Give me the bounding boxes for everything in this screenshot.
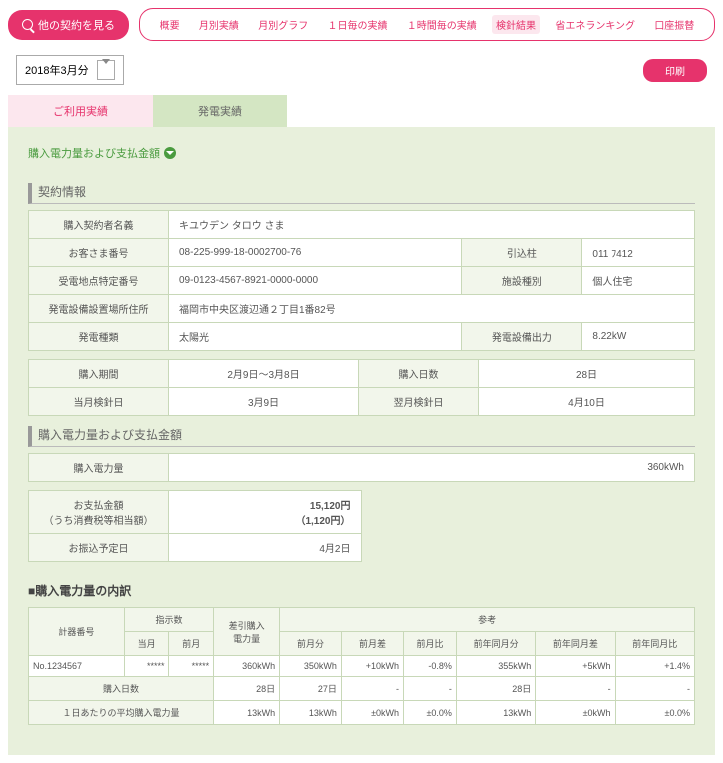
other-contracts-button[interactable]: 他の契約を見る (8, 10, 129, 40)
next-value: 4月10日 (479, 388, 695, 416)
nav-ranking[interactable]: 省エネランキング (551, 15, 639, 34)
nav-tabs: 概要 月別実績 月別グラフ １日毎の実績 １時間毎の実績 検針結果 省エネランキ… (139, 8, 715, 41)
amount-label: 購入電力量 (29, 454, 169, 482)
content-area: 購入電力量および支払金額 契約情報 購入契約者名義 キユウデン タロウ さま お… (8, 127, 715, 755)
pole-value: 011 ﾌ412 (582, 239, 695, 267)
prevm-v: 350kWh (280, 656, 342, 677)
dash4: - (615, 677, 694, 701)
sub-tabs: ご利用実績 発電実績 (8, 95, 715, 127)
tab-generation[interactable]: 発電実績 (153, 95, 287, 127)
bd-avg-lydiff: ±0kWh (536, 701, 615, 725)
cur-v: ***** (124, 656, 169, 677)
days-label: 購入日数 (359, 360, 479, 388)
payment-table: お支払金額 （うち消費税等相当額） 15,120円 （1,120円） お振込予定… (28, 490, 362, 562)
name-label: 購入契約者名義 (29, 211, 169, 239)
bd-days-cur: 28日 (214, 677, 280, 701)
period-table: 購入期間 2月9日～3月8日 購入日数 28日 当月検針日 3月9日 翌月検針日… (28, 359, 695, 416)
tab-usage[interactable]: ご利用実績 (8, 95, 153, 127)
name-value: キユウデン タロウ さま (169, 211, 695, 239)
h-prevratio: 前月比 (404, 632, 457, 656)
point-label: 受電地点特定番号 (29, 267, 169, 295)
amount-value: 360kWh (169, 454, 695, 482)
page-link-title[interactable]: 購入電力量および支払金額 (28, 145, 176, 161)
nav-monthly-graph[interactable]: 月別グラフ (254, 15, 312, 34)
dash3: - (536, 677, 615, 701)
read-value: 3月9日 (169, 388, 359, 416)
factype-label: 施設種別 (462, 267, 582, 295)
link-title-text: 購入電力量および支払金額 (28, 145, 160, 161)
h-lastyearratio: 前年同月比 (615, 632, 694, 656)
prevdiff-v: +10kWh (341, 656, 403, 677)
output-value: 8.22kW (582, 323, 695, 351)
nav-monthly[interactable]: 月別実績 (195, 15, 243, 34)
month-dropdown[interactable]: 2018年3月分 (16, 55, 124, 85)
bd-days-label: 購入日数 (29, 677, 214, 701)
h-lastyeardiff: 前年同月差 (536, 632, 615, 656)
h-diff: 差引購入電力量 (214, 608, 280, 656)
month-value: 2018年3月分 (25, 62, 89, 78)
transfer-label: お振込予定日 (29, 534, 169, 562)
lastyear-v: 355kWh (456, 656, 535, 677)
h-ref: 参考 (280, 608, 695, 632)
period-value: 2月9日～3月8日 (169, 360, 359, 388)
lastyearratio-v: +1.4% (615, 656, 694, 677)
contract-btn-label: 他の契約を見る (38, 17, 115, 33)
meter-no: No.1234567 (29, 656, 125, 677)
gentype-value: 太陽光 (169, 323, 462, 351)
breakdown-table: 計器番号 指示数 差引購入電力量 参考 当月 前月 前月分 前月差 前月比 前年… (28, 607, 695, 725)
addr-label: 発電設備設置場所住所 (29, 295, 169, 323)
chevron-down-icon (97, 60, 115, 80)
bd-avg-prev: 13kWh (280, 701, 342, 725)
h-prev: 前月 (169, 632, 214, 656)
prev-v: ***** (169, 656, 214, 677)
h-prevdiff: 前月差 (341, 632, 403, 656)
breakdown-title: ■購入電力量の内訳 (28, 582, 695, 599)
contract-table: 購入契約者名義 キユウデン タロウ さま お客さま番号 08-225-999-1… (28, 210, 695, 351)
days-value: 28日 (479, 360, 695, 388)
bd-avg-lyratio: ±0.0% (615, 701, 694, 725)
pay-label: お支払金額 （うち消費税等相当額） (29, 491, 169, 534)
h-meter: 計器番号 (29, 608, 125, 656)
search-icon (22, 19, 33, 30)
diff-v: 360kWh (214, 656, 280, 677)
nav-daily[interactable]: １日毎の実績 (323, 15, 391, 34)
output-label: 発電設備出力 (462, 323, 582, 351)
dash1: - (341, 677, 403, 701)
prevratio-v: -0.8% (404, 656, 457, 677)
cust-value: 08-225-999-18-0002700-76 (169, 239, 462, 267)
bd-avg-cur: 13kWh (214, 701, 280, 725)
dash2: - (404, 677, 457, 701)
bd-avg-label: １日あたりの平均購入電力量 (29, 701, 214, 725)
next-label: 翌月検針日 (359, 388, 479, 416)
nav-meter-result[interactable]: 検針結果 (492, 15, 540, 34)
section-contract-title: 契約情報 (28, 183, 695, 204)
h-lastyear: 前年同月分 (456, 632, 535, 656)
bd-avg-ratio: ±0.0% (404, 701, 457, 725)
purchase-amount-table: 購入電力量 360kWh (28, 453, 695, 482)
transfer-value: 4月2日 (169, 534, 362, 562)
addr-value: 福岡市中央区渡辺通２丁目1番82号 (169, 295, 695, 323)
h-reading: 指示数 (124, 608, 213, 632)
factype-value: 個人住宅 (582, 267, 695, 295)
period-label: 購入期間 (29, 360, 169, 388)
nav-account[interactable]: 口座振替 (650, 15, 698, 34)
print-button[interactable]: 印刷 (643, 59, 707, 82)
lastyeardiff-v: +5kWh (536, 656, 615, 677)
pole-label: 引込柱 (462, 239, 582, 267)
bd-avg-diff: ±0kWh (341, 701, 403, 725)
bd-days-prev: 27日 (280, 677, 342, 701)
gentype-label: 発電種類 (29, 323, 169, 351)
h-cur: 当月 (124, 632, 169, 656)
point-value: 09-0123-4567-8921-0000-0000 (169, 267, 462, 295)
nav-hourly[interactable]: １時間毎の実績 (403, 15, 481, 34)
arrow-down-icon (164, 147, 176, 159)
cust-label: お客さま番号 (29, 239, 169, 267)
h-prevm: 前月分 (280, 632, 342, 656)
section-purchase-title: 購入電力量および支払金額 (28, 426, 695, 447)
nav-overview[interactable]: 概要 (156, 15, 184, 34)
read-label: 当月検針日 (29, 388, 169, 416)
bd-avg-ly: 13kWh (456, 701, 535, 725)
bd-days-ly: 28日 (456, 677, 535, 701)
pay-value: 15,120円 （1,120円） (169, 491, 362, 534)
